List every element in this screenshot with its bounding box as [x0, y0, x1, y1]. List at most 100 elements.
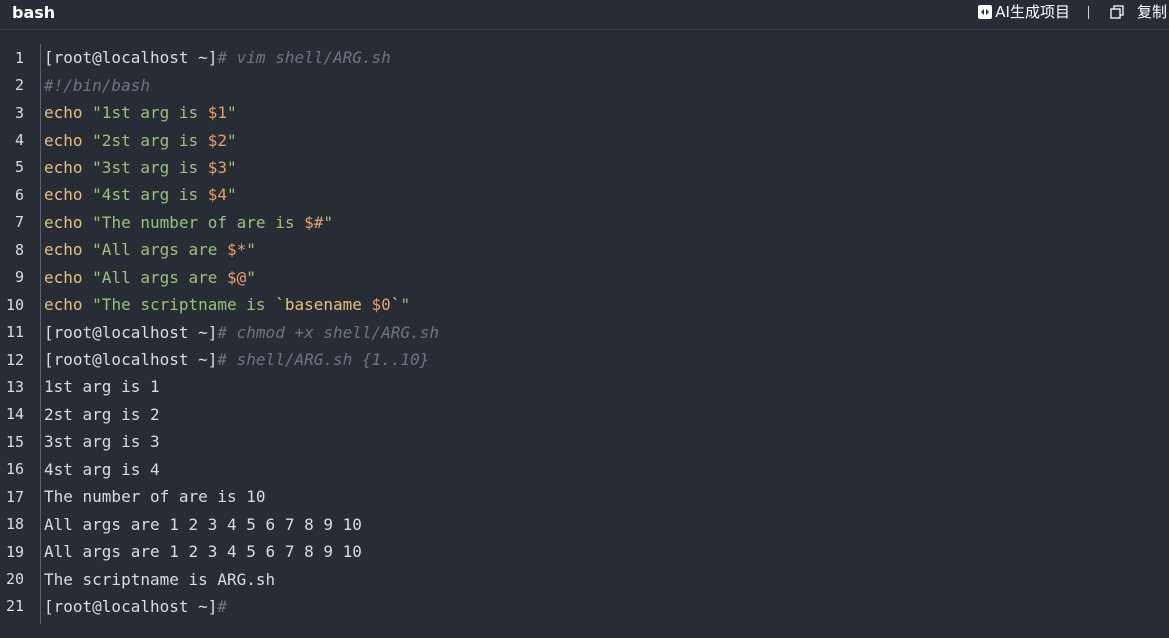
code-text: 3st arg is 3 — [32, 432, 160, 451]
code-text: echo "All args are $*" — [32, 240, 256, 259]
code-text: 1st arg is 1 — [32, 377, 160, 396]
code-line: 14 2st arg is 2 — [0, 401, 1169, 428]
line-number: 8 — [14, 240, 24, 259]
copy-button[interactable]: 复制 — [1137, 2, 1167, 22]
code-line: 15 3st arg is 3 — [0, 428, 1169, 455]
token-plain: The scriptname is ARG.sh — [44, 569, 276, 589]
code-line: 2 #!/bin/bash — [0, 71, 1169, 98]
token-str: " — [246, 267, 256, 287]
token-var: $0 — [371, 295, 391, 315]
token-str: "3st arg is — [92, 157, 208, 177]
code-text: 4st arg is 4 — [32, 460, 160, 479]
token-plain: [root@localhost ~] — [44, 596, 218, 616]
line-number: 13 — [5, 377, 24, 396]
line-number: 3 — [14, 103, 24, 122]
line-number: 6 — [14, 185, 24, 204]
token-str: " — [227, 157, 237, 177]
token-cmt: # shell/ARG.sh {1..10} — [217, 350, 430, 370]
code-line: 18 All args are 1 2 3 4 5 6 7 8 9 10 — [0, 510, 1169, 537]
code-text: echo "4st arg is $4" — [32, 185, 237, 204]
code-line: 8 echo "All args are $*" — [0, 236, 1169, 263]
line-number: 20 — [5, 570, 24, 589]
token-kw: echo — [44, 212, 83, 232]
token-kw: echo — [44, 185, 83, 205]
token-kw: echo — [44, 157, 83, 177]
code-text: The scriptname is ARG.sh — [32, 570, 275, 589]
token-cmt: # vim shell/ARG.sh — [217, 48, 391, 68]
token-plain: 3st arg is 3 — [44, 432, 160, 452]
token-str: " — [400, 295, 411, 315]
token-str: "The scriptname is — [92, 295, 276, 315]
code-text: echo "All args are $@" — [32, 268, 256, 287]
code-line: 11 [root@localhost ~]# chmod +x shell/ARG… — [0, 318, 1169, 345]
code-line: 17 The number of are is 10 — [0, 483, 1169, 510]
code-text: [root@localhost ~]# — [32, 597, 227, 616]
code-line: 19 All args are 1 2 3 4 5 6 7 8 9 10 — [0, 538, 1169, 565]
code-text: [root@localhost ~]# vim shell/ARG.sh — [32, 48, 391, 67]
token-kw: ` — [390, 295, 401, 315]
code-actions: AI生成项目 复制 — [978, 0, 1169, 24]
line-number: 14 — [5, 405, 24, 424]
token-plain: [root@localhost ~] — [44, 322, 218, 342]
token-var: $1 — [207, 103, 228, 123]
token-cmt: # — [217, 596, 228, 616]
token-str: "All args are — [92, 267, 228, 287]
code-text: The number of are is 10 — [32, 487, 266, 506]
token-str: " — [227, 130, 237, 150]
line-number: 7 — [14, 213, 24, 232]
token-kw: echo — [44, 103, 83, 123]
action-divider — [1087, 5, 1089, 19]
code-text: echo "3st arg is $3" — [32, 158, 237, 177]
token-str: " — [246, 240, 256, 260]
line-number: 9 — [14, 268, 24, 287]
token-plain: 2st arg is 2 — [44, 404, 160, 424]
code-line: 6 echo "4st arg is $4" — [0, 181, 1169, 208]
token-kw: echo — [44, 295, 83, 315]
token-kw: echo — [44, 130, 83, 150]
line-number: 21 — [5, 597, 24, 616]
token-str: " — [323, 212, 333, 232]
copy-icon[interactable] — [1109, 4, 1125, 20]
code-line: 13 1st arg is 1 — [0, 373, 1169, 400]
code-line: 1 [root@localhost ~]# vim shell/ARG.sh — [0, 44, 1169, 71]
code-line: 21 [root@localhost ~]# — [0, 593, 1169, 620]
language-label: bash — [12, 3, 56, 22]
ai-generate-button[interactable]: AI生成项目 — [995, 2, 1070, 22]
token-plain: All args are 1 2 3 4 5 6 7 8 9 10 — [44, 514, 362, 534]
code-line: 5 echo "3st arg is $3" — [0, 154, 1169, 181]
code-line: 4 echo "2st arg is $2" — [0, 126, 1169, 153]
code-line: 20 The scriptname is ARG.sh — [0, 565, 1169, 592]
token-str: "The number of are is — [92, 212, 305, 232]
code-line: 10 echo "The scriptname is `basename $0`" — [0, 291, 1169, 318]
token-plain: [root@localhost ~] — [44, 48, 218, 68]
token-plain: All args are 1 2 3 4 5 6 7 8 9 10 — [44, 542, 362, 562]
code-text: 2st arg is 2 — [32, 405, 160, 424]
code-text: [root@localhost ~]# chmod +x shell/ARG.s… — [32, 323, 439, 342]
token-plain: [root@localhost ~] — [44, 350, 218, 370]
token-var: $3 — [207, 157, 228, 177]
code-text: All args are 1 2 3 4 5 6 7 8 9 10 — [32, 515, 362, 534]
token-plain: The number of are is 10 — [44, 487, 266, 507]
code-line: 7 echo "The number of are is $#" — [0, 209, 1169, 236]
line-number: 12 — [5, 350, 24, 369]
line-number: 19 — [5, 542, 24, 561]
code-text: #!/bin/bash — [32, 76, 150, 95]
token-str: "4st arg is — [92, 185, 208, 205]
code-text: All args are 1 2 3 4 5 6 7 8 9 10 — [32, 542, 362, 561]
code-line: 12 [root@localhost ~]# shell/ARG.sh {1..1… — [0, 346, 1169, 373]
token-var: $* — [227, 240, 247, 260]
line-number: 18 — [5, 515, 24, 534]
token-var: $4 — [207, 185, 228, 205]
line-number: 5 — [14, 158, 24, 177]
code-text: echo "2st arg is $2" — [32, 131, 237, 150]
line-number: 10 — [5, 295, 24, 314]
token-str: " — [227, 185, 237, 205]
line-number: 11 — [5, 323, 24, 342]
token-cmt: # chmod +x shell/ARG.sh — [217, 322, 439, 342]
ai-code-icon[interactable] — [978, 5, 993, 19]
token-kw: echo — [44, 240, 83, 260]
token-kw: `basename — [275, 295, 372, 315]
